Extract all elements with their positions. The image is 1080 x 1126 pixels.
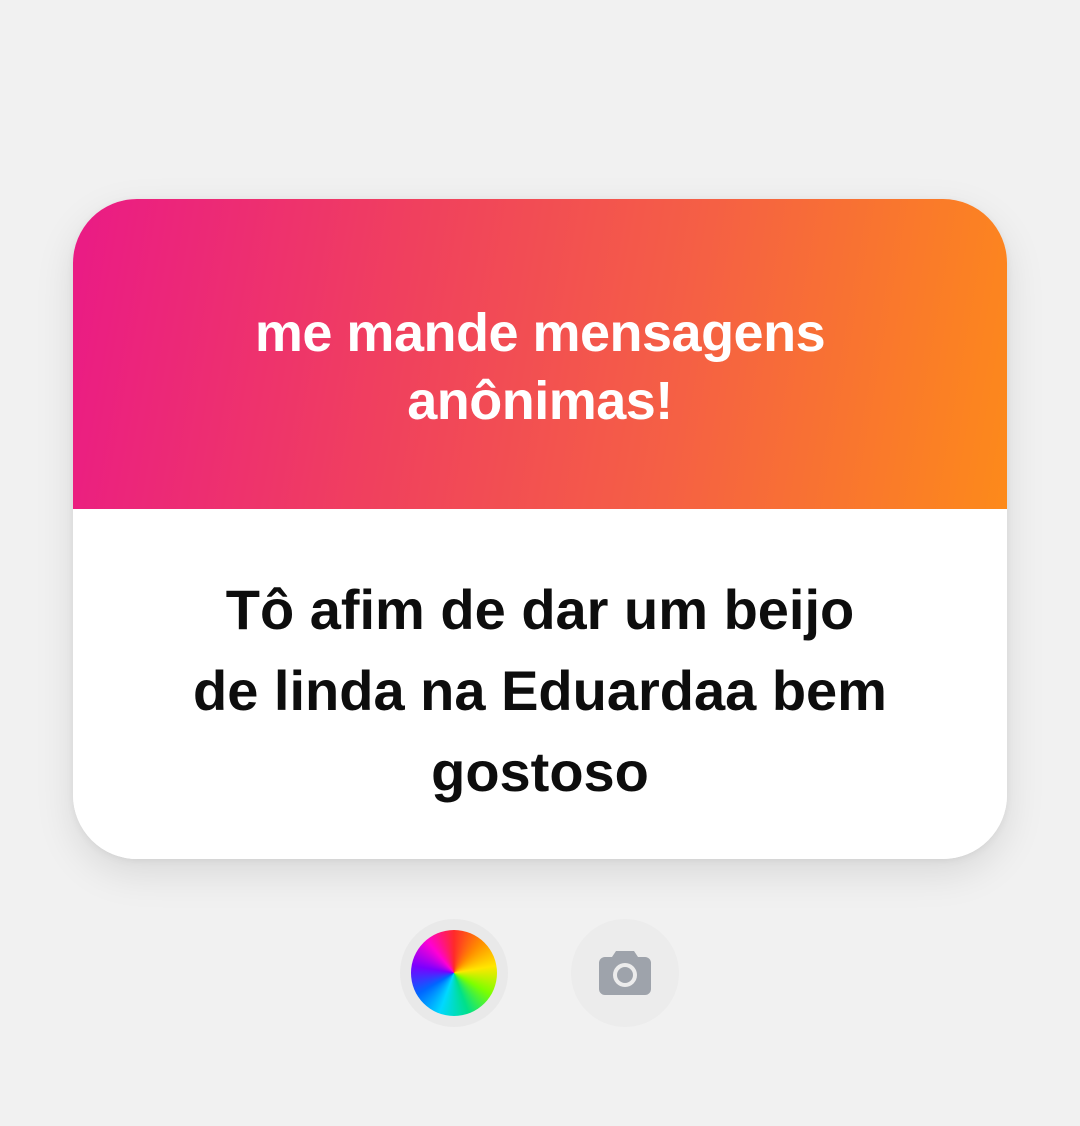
question-sticker-card[interactable]: me mande mensagens anônimas! Tô afim de … (73, 199, 1007, 859)
sticker-response-text: Tô afim de dar um beijo de linda na Edua… (193, 578, 887, 803)
color-wheel-icon (411, 930, 497, 1016)
color-picker-button[interactable] (400, 919, 508, 1027)
camera-button[interactable] (571, 919, 679, 1027)
sticker-header: me mande mensagens anônimas! (73, 199, 1007, 509)
camera-icon (599, 951, 651, 995)
sticker-response-area[interactable]: Tô afim de dar um beijo de linda na Edua… (73, 509, 1007, 859)
sticker-prompt: me mande mensagens anônimas! (254, 303, 826, 431)
